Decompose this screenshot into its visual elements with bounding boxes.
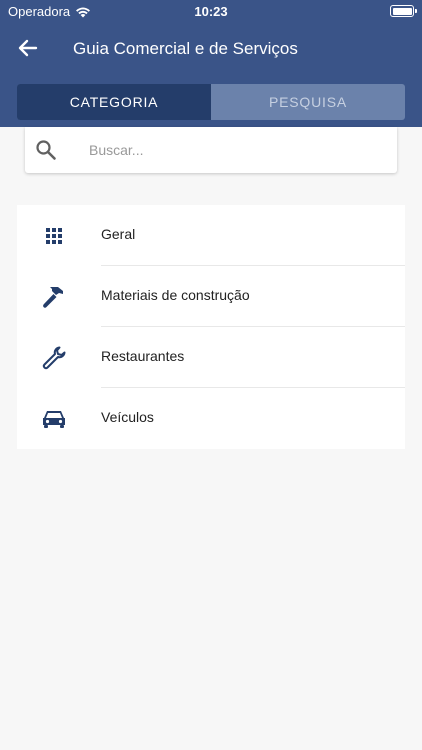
category-label: Geral	[101, 226, 136, 242]
arrow-left-icon	[18, 39, 38, 57]
page-title: Guia Comercial e de Serviços	[73, 39, 298, 58]
car-icon	[41, 406, 67, 432]
search-icon	[36, 140, 56, 160]
back-button[interactable]	[16, 36, 40, 60]
category-label: Veículos	[101, 409, 154, 425]
battery-icon	[390, 5, 417, 17]
category-item-restaurantes[interactable]: Restaurantes	[17, 327, 405, 388]
clock: 10:23	[194, 4, 228, 19]
tab-bar: CATEGORIA PESQUISA	[17, 84, 405, 120]
category-item-veiculos[interactable]: Veículos	[17, 388, 405, 449]
search-input[interactable]	[89, 135, 379, 165]
category-list: Geral Materiais de construção Restaurant…	[17, 205, 405, 449]
app-header: Operadora 10:23 Guia Comercial e de Serv…	[0, 0, 422, 127]
search-box	[25, 127, 397, 173]
wrench-icon	[41, 345, 67, 371]
category-item-materiais[interactable]: Materiais de construção	[17, 266, 405, 327]
tab-categoria[interactable]: CATEGORIA	[17, 84, 211, 120]
category-item-geral[interactable]: Geral	[17, 205, 405, 266]
hammer-icon	[41, 284, 67, 310]
category-label: Materiais de construção	[101, 287, 250, 303]
tab-pesquisa[interactable]: PESQUISA	[211, 84, 405, 120]
category-label: Restaurantes	[101, 348, 185, 364]
grid-icon	[41, 223, 67, 249]
status-bar: Operadora 10:23	[0, 0, 422, 22]
